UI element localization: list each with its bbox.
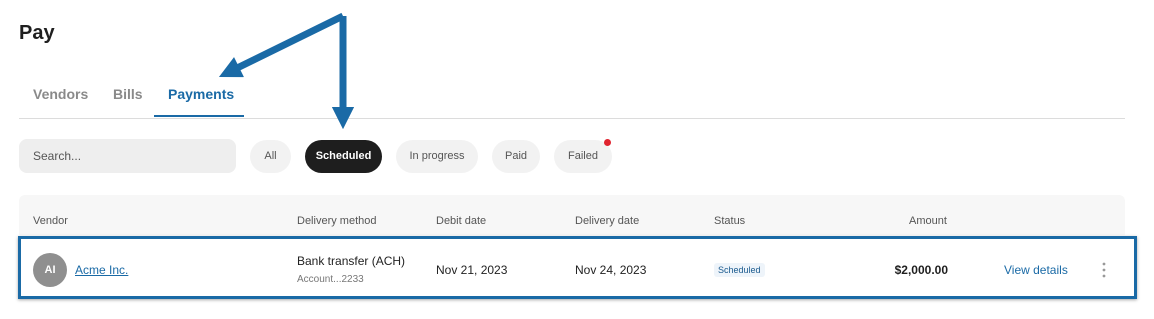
- delivery-date: Nov 24, 2023: [575, 263, 647, 277]
- arrow-to-payments-tab: [218, 12, 345, 78]
- column-header-delivery-method: Delivery method: [297, 215, 377, 227]
- active-tab-indicator: [154, 115, 244, 117]
- view-details-link[interactable]: View details: [1004, 263, 1068, 277]
- delivery-method: Bank transfer (ACH): [297, 254, 406, 268]
- tab-bills[interactable]: Bills: [113, 86, 143, 102]
- status-badge: Scheduled: [714, 263, 765, 277]
- account-number: Account...2233: [297, 274, 364, 285]
- column-header-status: Status: [714, 215, 746, 227]
- page-title: Pay: [19, 22, 55, 44]
- tab-payments[interactable]: Payments: [168, 86, 234, 102]
- more-options-icon[interactable]: [1097, 260, 1111, 280]
- debit-date: Nov 21, 2023: [436, 263, 508, 277]
- table-header: [19, 195, 1125, 235]
- column-header-delivery-date: Delivery date: [575, 215, 640, 227]
- filter-in-progress[interactable]: In progress: [396, 140, 478, 173]
- filter-paid[interactable]: Paid: [492, 140, 540, 173]
- search-input[interactable]: [19, 139, 236, 173]
- tab-bar: Vendors Bills Payments: [19, 76, 1125, 119]
- filter-failed[interactable]: Failed: [554, 140, 612, 173]
- vendor-link[interactable]: Acme Inc.: [75, 263, 128, 277]
- filter-all[interactable]: All: [250, 140, 291, 173]
- column-header-amount: Amount: [909, 215, 947, 227]
- column-header-vendor: Vendor: [33, 215, 68, 227]
- notification-dot: [604, 139, 611, 146]
- column-header-debit-date: Debit date: [436, 215, 487, 227]
- tab-vendors[interactable]: Vendors: [33, 86, 88, 102]
- amount: $2,000.00: [894, 263, 948, 277]
- filter-scheduled[interactable]: Scheduled: [305, 140, 382, 173]
- avatar: AI: [33, 253, 67, 287]
